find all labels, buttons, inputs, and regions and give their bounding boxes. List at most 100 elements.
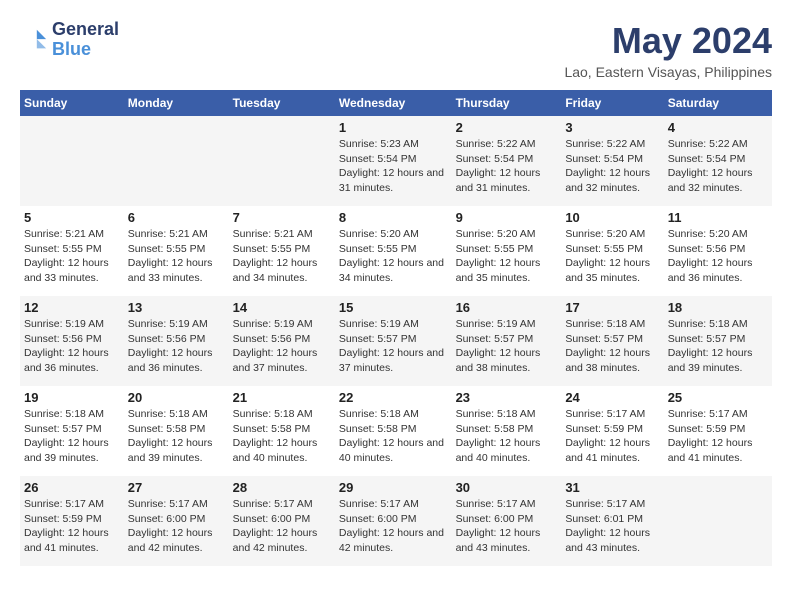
calendar-cell: 13 Sunrise: 5:19 AM Sunset: 5:56 PM Dayli… — [124, 296, 229, 386]
logo-text-general: General — [52, 20, 119, 40]
calendar-cell: 6Sunrise: 5:21 AM Sunset: 5:55 PM Daylig… — [124, 206, 229, 296]
calendar-cell: 2Sunrise: 5:22 AM Sunset: 5:54 PM Daylig… — [452, 116, 562, 206]
location-text: Lao, Eastern Visayas, Philippines — [564, 64, 772, 80]
calendar-cell: 3 Sunrise: 5:22 AM Sunset: 5:54 PM Daylig… — [561, 116, 663, 206]
day-number: 11 — [668, 210, 768, 225]
day-number: 5 — [24, 210, 120, 225]
calendar-week-row: 5 Sunrise: 5:21 AM Sunset: 5:55 PM Daylig… — [20, 206, 772, 296]
calendar-week-row: 19Sunrise: 5:18 AM Sunset: 5:57 PM Dayli… — [20, 386, 772, 476]
day-number: 23 — [456, 390, 558, 405]
day-number: 7 — [233, 210, 331, 225]
day-number: 15 — [339, 300, 448, 315]
day-number: 1 — [339, 120, 448, 135]
logo-text-blue: Blue — [52, 40, 119, 60]
day-info: Sunrise: 5:19 AM Sunset: 5:56 PM Dayligh… — [24, 317, 120, 376]
day-number: 4 — [668, 120, 768, 135]
calendar-table: SundayMondayTuesdayWednesdayThursdayFrid… — [20, 90, 772, 566]
calendar-cell: 27 Sunrise: 5:17 AM Sunset: 6:00 PM Dayli… — [124, 476, 229, 566]
day-info: Sunrise: 5:22 AM Sunset: 5:54 PM Dayligh… — [668, 137, 768, 196]
calendar-cell: 26 Sunrise: 5:17 AM Sunset: 5:59 PM Dayli… — [20, 476, 124, 566]
day-number: 29 — [339, 480, 448, 495]
calendar-cell: 5Sunrise: 5:21 AM Sunset: 5:55 PM Daylig… — [20, 206, 124, 296]
day-info: Sunrise: 5:18 AM Sunset: 5:57 PM Dayligh… — [668, 317, 768, 376]
calendar-cell — [20, 116, 124, 206]
day-header-tuesday: Tuesday — [229, 90, 335, 116]
day-number: 26 — [24, 480, 120, 495]
day-info: Sunrise: 5:19 AM Sunset: 5:57 PM Dayligh… — [339, 317, 448, 376]
calendar-cell: 4 Sunrise: 5:22 AM Sunset: 5:54 PM Daylig… — [664, 116, 772, 206]
calendar-cell: 19Sunrise: 5:18 AM Sunset: 5:57 PM Dayli… — [20, 386, 124, 476]
day-number: 6 — [128, 210, 225, 225]
day-info: Sunrise: 5:17 AM Sunset: 5:59 PM Dayligh… — [24, 497, 120, 556]
day-info: Sunrise: 5:17 AM Sunset: 5:59 PM Dayligh… — [668, 407, 768, 466]
calendar-cell — [664, 476, 772, 566]
day-number: 2 — [456, 120, 558, 135]
logo: General Blue — [20, 20, 119, 60]
calendar-cell: 9Sunrise: 5:20 AM Sunset: 5:55 PM Daylig… — [452, 206, 562, 296]
day-number: 25 — [668, 390, 768, 405]
day-info: Sunrise: 5:18 AM Sunset: 5:58 PM Dayligh… — [339, 407, 448, 466]
calendar-cell: 11 Sunrise: 5:20 AM Sunset: 5:56 PM Dayli… — [664, 206, 772, 296]
calendar-header-row: SundayMondayTuesdayWednesdayThursdayFrid… — [20, 90, 772, 116]
day-number: 16 — [456, 300, 558, 315]
calendar-cell: 18 Sunrise: 5:18 AM Sunset: 5:57 PM Dayli… — [664, 296, 772, 386]
day-info: Sunrise: 5:17 AM Sunset: 6:00 PM Dayligh… — [339, 497, 448, 556]
day-number: 13 — [128, 300, 225, 315]
day-header-saturday: Saturday — [664, 90, 772, 116]
day-header-friday: Friday — [561, 90, 663, 116]
calendar-cell: 20Sunrise: 5:18 AM Sunset: 5:58 PM Dayli… — [124, 386, 229, 476]
calendar-cell: 1 Sunrise: 5:23 AM Sunset: 5:54 PM Daylig… — [335, 116, 452, 206]
calendar-cell: 25 Sunrise: 5:17 AM Sunset: 5:59 PM Dayli… — [664, 386, 772, 476]
day-number: 28 — [233, 480, 331, 495]
day-info: Sunrise: 5:20 AM Sunset: 5:55 PM Dayligh… — [565, 227, 659, 286]
calendar-cell: 15 Sunrise: 5:19 AM Sunset: 5:57 PM Dayli… — [335, 296, 452, 386]
day-info: Sunrise: 5:17 AM Sunset: 6:00 PM Dayligh… — [456, 497, 558, 556]
day-number: 17 — [565, 300, 659, 315]
day-number: 3 — [565, 120, 659, 135]
day-number: 30 — [456, 480, 558, 495]
day-number: 21 — [233, 390, 331, 405]
day-info: Sunrise: 5:23 AM Sunset: 5:54 PM Dayligh… — [339, 137, 448, 196]
day-info: Sunrise: 5:18 AM Sunset: 5:57 PM Dayligh… — [565, 317, 659, 376]
day-info: Sunrise: 5:17 AM Sunset: 5:59 PM Dayligh… — [565, 407, 659, 466]
day-info: Sunrise: 5:19 AM Sunset: 5:56 PM Dayligh… — [128, 317, 225, 376]
day-number: 10 — [565, 210, 659, 225]
day-number: 14 — [233, 300, 331, 315]
day-info: Sunrise: 5:21 AM Sunset: 5:55 PM Dayligh… — [233, 227, 331, 286]
day-info: Sunrise: 5:19 AM Sunset: 5:56 PM Dayligh… — [233, 317, 331, 376]
day-header-wednesday: Wednesday — [335, 90, 452, 116]
day-number: 27 — [128, 480, 225, 495]
calendar-cell: 8Sunrise: 5:20 AM Sunset: 5:55 PM Daylig… — [335, 206, 452, 296]
calendar-cell: 24 Sunrise: 5:17 AM Sunset: 5:59 PM Dayli… — [561, 386, 663, 476]
day-number: 31 — [565, 480, 659, 495]
day-info: Sunrise: 5:17 AM Sunset: 6:00 PM Dayligh… — [233, 497, 331, 556]
day-info: Sunrise: 5:18 AM Sunset: 5:58 PM Dayligh… — [128, 407, 225, 466]
day-info: Sunrise: 5:18 AM Sunset: 5:57 PM Dayligh… — [24, 407, 120, 466]
day-number: 18 — [668, 300, 768, 315]
day-info: Sunrise: 5:17 AM Sunset: 6:00 PM Dayligh… — [128, 497, 225, 556]
day-header-thursday: Thursday — [452, 90, 562, 116]
calendar-cell: 21Sunrise: 5:18 AM Sunset: 5:58 PM Dayli… — [229, 386, 335, 476]
calendar-cell: 7 Sunrise: 5:21 AM Sunset: 5:55 PM Daylig… — [229, 206, 335, 296]
calendar-cell — [229, 116, 335, 206]
day-info: Sunrise: 5:22 AM Sunset: 5:54 PM Dayligh… — [565, 137, 659, 196]
calendar-week-row: 1 Sunrise: 5:23 AM Sunset: 5:54 PM Daylig… — [20, 116, 772, 206]
calendar-cell: 31 Sunrise: 5:17 AM Sunset: 6:01 PM Dayli… — [561, 476, 663, 566]
calendar-cell: 16 Sunrise: 5:19 AM Sunset: 5:57 PM Dayli… — [452, 296, 562, 386]
day-info: Sunrise: 5:20 AM Sunset: 5:56 PM Dayligh… — [668, 227, 768, 286]
calendar-week-row: 12 Sunrise: 5:19 AM Sunset: 5:56 PM Dayli… — [20, 296, 772, 386]
day-info: Sunrise: 5:17 AM Sunset: 6:01 PM Dayligh… — [565, 497, 659, 556]
calendar-cell: 29 Sunrise: 5:17 AM Sunset: 6:00 PM Dayli… — [335, 476, 452, 566]
day-number: 24 — [565, 390, 659, 405]
calendar-cell: 23Sunrise: 5:18 AM Sunset: 5:58 PM Dayli… — [452, 386, 562, 476]
calendar-cell: 10 Sunrise: 5:20 AM Sunset: 5:55 PM Dayli… — [561, 206, 663, 296]
day-number: 22 — [339, 390, 448, 405]
month-title: May 2024 — [564, 20, 772, 62]
day-number: 12 — [24, 300, 120, 315]
calendar-week-row: 26 Sunrise: 5:17 AM Sunset: 5:59 PM Dayli… — [20, 476, 772, 566]
day-number: 9 — [456, 210, 558, 225]
calendar-cell — [124, 116, 229, 206]
calendar-cell: 30 Sunrise: 5:17 AM Sunset: 6:00 PM Dayli… — [452, 476, 562, 566]
day-info: Sunrise: 5:19 AM Sunset: 5:57 PM Dayligh… — [456, 317, 558, 376]
title-section: May 2024 Lao, Eastern Visayas, Philippin… — [564, 20, 772, 80]
